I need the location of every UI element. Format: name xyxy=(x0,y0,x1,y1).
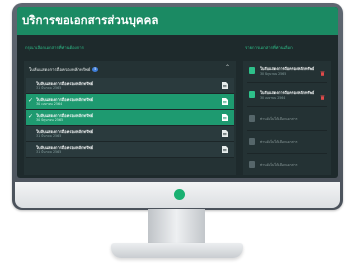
right-section-title: รายการเอกสารที่ท่านเลือก xyxy=(245,45,293,50)
selected-item-date: 30 มิถุนายน 2565 xyxy=(260,72,287,76)
document-icon xyxy=(249,91,255,98)
document-icon[interactable] xyxy=(222,130,228,137)
left-section-title: กรุณาเลือกเอกสารที่ท่านต้องการ xyxy=(25,45,84,50)
empty-slot-text: ท่านยังไม่ได้เลือกเอกสาร xyxy=(260,163,298,167)
page-title: บริการขอเอกสารส่วนบุคคล xyxy=(22,13,159,27)
monitor-stand-base xyxy=(111,243,243,258)
monitor-chin xyxy=(15,182,340,208)
document-row-date: 31 มีนาคม 2565 xyxy=(36,150,62,154)
power-indicator xyxy=(174,189,185,200)
document-picker-panel: ใบลับแสดงการถือครองหลักทรัพย์ 5 ⌃ ใบลับแ… xyxy=(24,61,236,175)
document-icon xyxy=(249,161,255,168)
document-icon xyxy=(249,138,255,145)
count-badge: 5 xyxy=(92,66,99,72)
divider xyxy=(247,153,327,154)
screen: บริการขอเอกสารส่วนบุคคล กรุณาเลือกเอกสาร… xyxy=(17,7,338,178)
document-icon xyxy=(249,115,255,122)
document-group-header[interactable]: ใบลับแสดงการถือครองหลักทรัพย์ 5 ⌃ xyxy=(24,61,236,77)
monitor-frame: บริการขอเอกสารส่วนบุคคล กรุณาเลือกเอกสาร… xyxy=(12,3,343,210)
selected-item: ใบลับแสดงการถือครองหลักทรัพย์ 30 เมษายน … xyxy=(247,87,327,103)
trash-icon[interactable] xyxy=(320,95,325,100)
empty-slot: ท่านยังไม่ได้เลือกเอกสาร xyxy=(247,157,327,173)
empty-slot-text: ท่านยังไม่ได้เลือกเอกสาร xyxy=(260,117,298,121)
document-row[interactable]: ✓ ใบลับแสดงการถือครองหลักทรัพย์ 30 เมษาย… xyxy=(26,94,234,110)
empty-slot: ท่านยังไม่ได้เลือกเอกสาร xyxy=(247,134,327,150)
document-row[interactable]: ✓ ใบลับแสดงการถือครองหลักทรัพย์ 30 มิถุน… xyxy=(26,110,234,126)
empty-slot: ท่านยังไม่ได้เลือกเอกสาร xyxy=(247,111,327,127)
divider xyxy=(247,130,327,131)
divider xyxy=(247,106,327,107)
document-row[interactable]: ใบลับแสดงการถือครองหลักทรัพย์ 31 มีนาคม … xyxy=(26,142,234,158)
document-row-date: 30 มิถุนายน 2565 xyxy=(36,118,64,122)
app-header: บริการขอเอกสารส่วนบุคคล xyxy=(17,7,338,35)
selected-item: ใบลับแสดงการถือครองหลักทรัพย์ 30 มิถุนาย… xyxy=(247,63,327,79)
document-row-date: 30 เมษายน 2564 xyxy=(36,102,63,106)
document-row[interactable]: ใบลับแสดงการถือครองหลักทรัพย์ 31 มีนาคม … xyxy=(26,126,234,142)
document-row[interactable]: ใบลับแสดงการถือครองหลักทรัพย์ 31 มีนาคม … xyxy=(26,78,234,94)
divider xyxy=(247,82,327,83)
document-icon[interactable] xyxy=(222,98,228,105)
document-row-date: 31 มีนาคม 2565 xyxy=(36,86,62,90)
empty-slot-text: ท่านยังไม่ได้เลือกเอกสาร xyxy=(260,140,298,144)
document-icon[interactable] xyxy=(222,114,228,121)
document-row-date: 31 มีนาคม 2565 xyxy=(36,134,62,138)
document-icon xyxy=(249,67,255,74)
check-icon: ✓ xyxy=(28,113,34,120)
document-icon[interactable] xyxy=(222,146,228,153)
document-group-label: ใบลับแสดงการถือครองหลักทรัพย์ xyxy=(29,67,91,73)
chevron-up-icon[interactable]: ⌃ xyxy=(225,64,230,71)
check-icon: ✓ xyxy=(28,97,34,104)
trash-icon[interactable] xyxy=(320,71,325,76)
selected-item-date: 30 เมษายน 2564 xyxy=(260,96,286,100)
document-icon[interactable] xyxy=(222,82,228,89)
selected-documents-panel: ใบลับแสดงการถือครองหลักทรัพย์ 30 มิถุนาย… xyxy=(243,61,331,175)
